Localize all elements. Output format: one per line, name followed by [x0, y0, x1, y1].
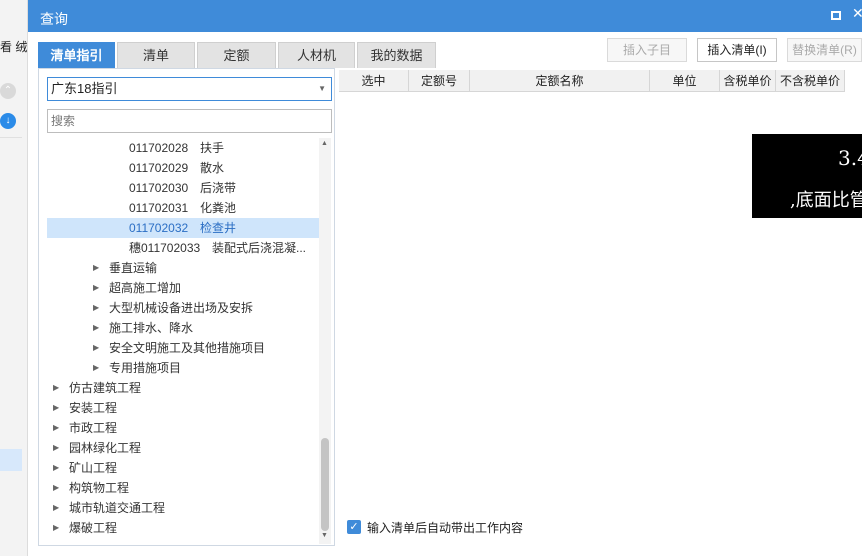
- tab-list-guide[interactable]: 清单指引: [38, 42, 115, 68]
- divider: [0, 137, 22, 138]
- column-header-price-incl-tax[interactable]: 含税单价: [720, 70, 776, 92]
- tab-my-data[interactable]: 我的数据: [357, 42, 436, 68]
- expand-arrow-icon[interactable]: ▶: [53, 378, 59, 398]
- tree-item[interactable]: ▶ 仿古建筑工程: [47, 378, 319, 398]
- guide-panel: 广东18指引 ▼ 011702028 扶手 011702029 散水 01170…: [38, 68, 335, 546]
- column-header-unit[interactable]: 单位: [650, 70, 720, 92]
- expand-arrow-icon[interactable]: ▶: [93, 298, 99, 318]
- expand-arrow-icon[interactable]: ▶: [53, 438, 59, 458]
- tree-item[interactable]: ▶ 矿山工程: [47, 458, 319, 478]
- tree-item[interactable]: 011702029 散水: [47, 158, 319, 178]
- expand-arrow-icon[interactable]: ▶: [53, 518, 59, 538]
- expand-arrow-icon[interactable]: ▶: [53, 398, 59, 418]
- tree-item[interactable]: ▶ 安全文明施工及其他措施项目: [47, 338, 319, 358]
- expand-arrow-icon[interactable]: ▶: [93, 358, 99, 378]
- background-drawing-overlay: 3.4 ,底面比管内: [752, 134, 862, 218]
- overlay-text-1: 3.4: [838, 146, 862, 170]
- column-header-select[interactable]: 选中: [339, 70, 409, 92]
- checkbox-checked-icon[interactable]: ✓: [347, 520, 361, 534]
- scroll-down-icon[interactable]: ▼: [321, 532, 328, 539]
- results-grid-header: 选中 定额号 定额名称 单位 含税单价 不含税单价: [339, 70, 845, 92]
- chevron-down-icon: ▼: [318, 84, 326, 93]
- tree-item[interactable]: ▶ 大型机械设备进出场及安拆: [47, 298, 319, 318]
- tab-quota[interactable]: 定额: [197, 42, 276, 68]
- tree-item[interactable]: ▶ 市政工程: [47, 418, 319, 438]
- scroll-up-icon[interactable]: ▲: [321, 140, 328, 147]
- tree-item[interactable]: ▶ 施工排水、降水: [47, 318, 319, 338]
- tree-item[interactable]: ▶ 爆破工程: [47, 518, 319, 538]
- expand-arrow-icon[interactable]: ▶: [53, 458, 59, 478]
- guide-dropdown[interactable]: 广东18指引 ▼: [47, 77, 332, 101]
- insert-child-button[interactable]: 插入子目: [607, 38, 687, 62]
- expand-arrow-icon[interactable]: ▶: [93, 338, 99, 358]
- tree-item[interactable]: ▶ 超高施工增加: [47, 278, 319, 298]
- dialog-titlebar: 查询 ✕: [28, 0, 862, 32]
- column-header-price-excl-tax[interactable]: 不含税单价: [776, 70, 845, 92]
- tree-item[interactable]: ▶ 专用措施项目: [47, 358, 319, 378]
- tree-item[interactable]: 穗011702033 装配式后浇混凝...: [47, 238, 319, 258]
- expand-arrow-icon[interactable]: ▶: [93, 318, 99, 338]
- tree-item[interactable]: ▶ 安装工程: [47, 398, 319, 418]
- tree-item[interactable]: ▶ 垂直运输: [47, 258, 319, 278]
- tree-item-selected[interactable]: 011702032 检查井: [47, 218, 319, 238]
- tree-item[interactable]: 011702031 化粪池: [47, 198, 319, 218]
- expand-arrow-icon[interactable]: ▶: [53, 478, 59, 498]
- tab-list[interactable]: 清单: [117, 42, 195, 68]
- dialog-title: 查询: [40, 11, 68, 27]
- download-icon[interactable]: ↓: [0, 113, 16, 129]
- tree-item[interactable]: ▶ 城市轨道交通工程: [47, 498, 319, 518]
- background-app-strip: 看 绒 ⌃ ↓: [0, 0, 28, 556]
- guide-dropdown-value: 广东18指引: [51, 81, 118, 96]
- query-dialog: 查询 ✕ 清单指引 清单 定额 人材机 我的数据 插入子目 插入清单(I) 替换…: [28, 0, 862, 556]
- expand-arrow-icon[interactable]: ▶: [53, 498, 59, 518]
- expand-arrow-icon[interactable]: ▶: [93, 278, 99, 298]
- tab-labor-material-machine[interactable]: 人材机: [278, 42, 355, 68]
- column-header-quota-code[interactable]: 定额号: [409, 70, 470, 92]
- scrollbar-thumb[interactable]: [321, 438, 329, 531]
- tree-item[interactable]: ▶ 构筑物工程: [47, 478, 319, 498]
- selected-row-band: [0, 449, 22, 471]
- expand-arrow-icon[interactable]: ▶: [93, 258, 99, 278]
- expand-arrow-icon[interactable]: ▶: [53, 418, 59, 438]
- tree-item[interactable]: 011702030 后浇带: [47, 178, 319, 198]
- collapse-up-icon[interactable]: ⌃: [0, 83, 16, 99]
- tree-scrollbar[interactable]: ▲ ▼: [319, 138, 331, 544]
- replace-list-button[interactable]: 替换清单(R): [787, 38, 862, 62]
- close-icon[interactable]: ✕: [852, 5, 862, 22]
- tree-item[interactable]: 011702028 扶手: [47, 138, 319, 158]
- column-header-quota-name[interactable]: 定额名称: [470, 70, 650, 92]
- maximize-icon[interactable]: [831, 11, 841, 20]
- insert-list-button[interactable]: 插入清单(I): [697, 38, 777, 62]
- auto-work-content-label: 输入清单后自动带出工作内容: [367, 521, 524, 535]
- overlay-text-2: ,底面比管内: [790, 190, 862, 211]
- results-panel: 选中 定额号 定额名称 单位 含税单价 不含税单价 3.4 ,底面比管内 ✓ 输…: [337, 68, 862, 546]
- guide-tree: 011702028 扶手 011702029 散水 011702030 后浇带 …: [47, 138, 319, 538]
- search-input[interactable]: [47, 109, 332, 133]
- tree-item[interactable]: ▶ 园林绿化工程: [47, 438, 319, 458]
